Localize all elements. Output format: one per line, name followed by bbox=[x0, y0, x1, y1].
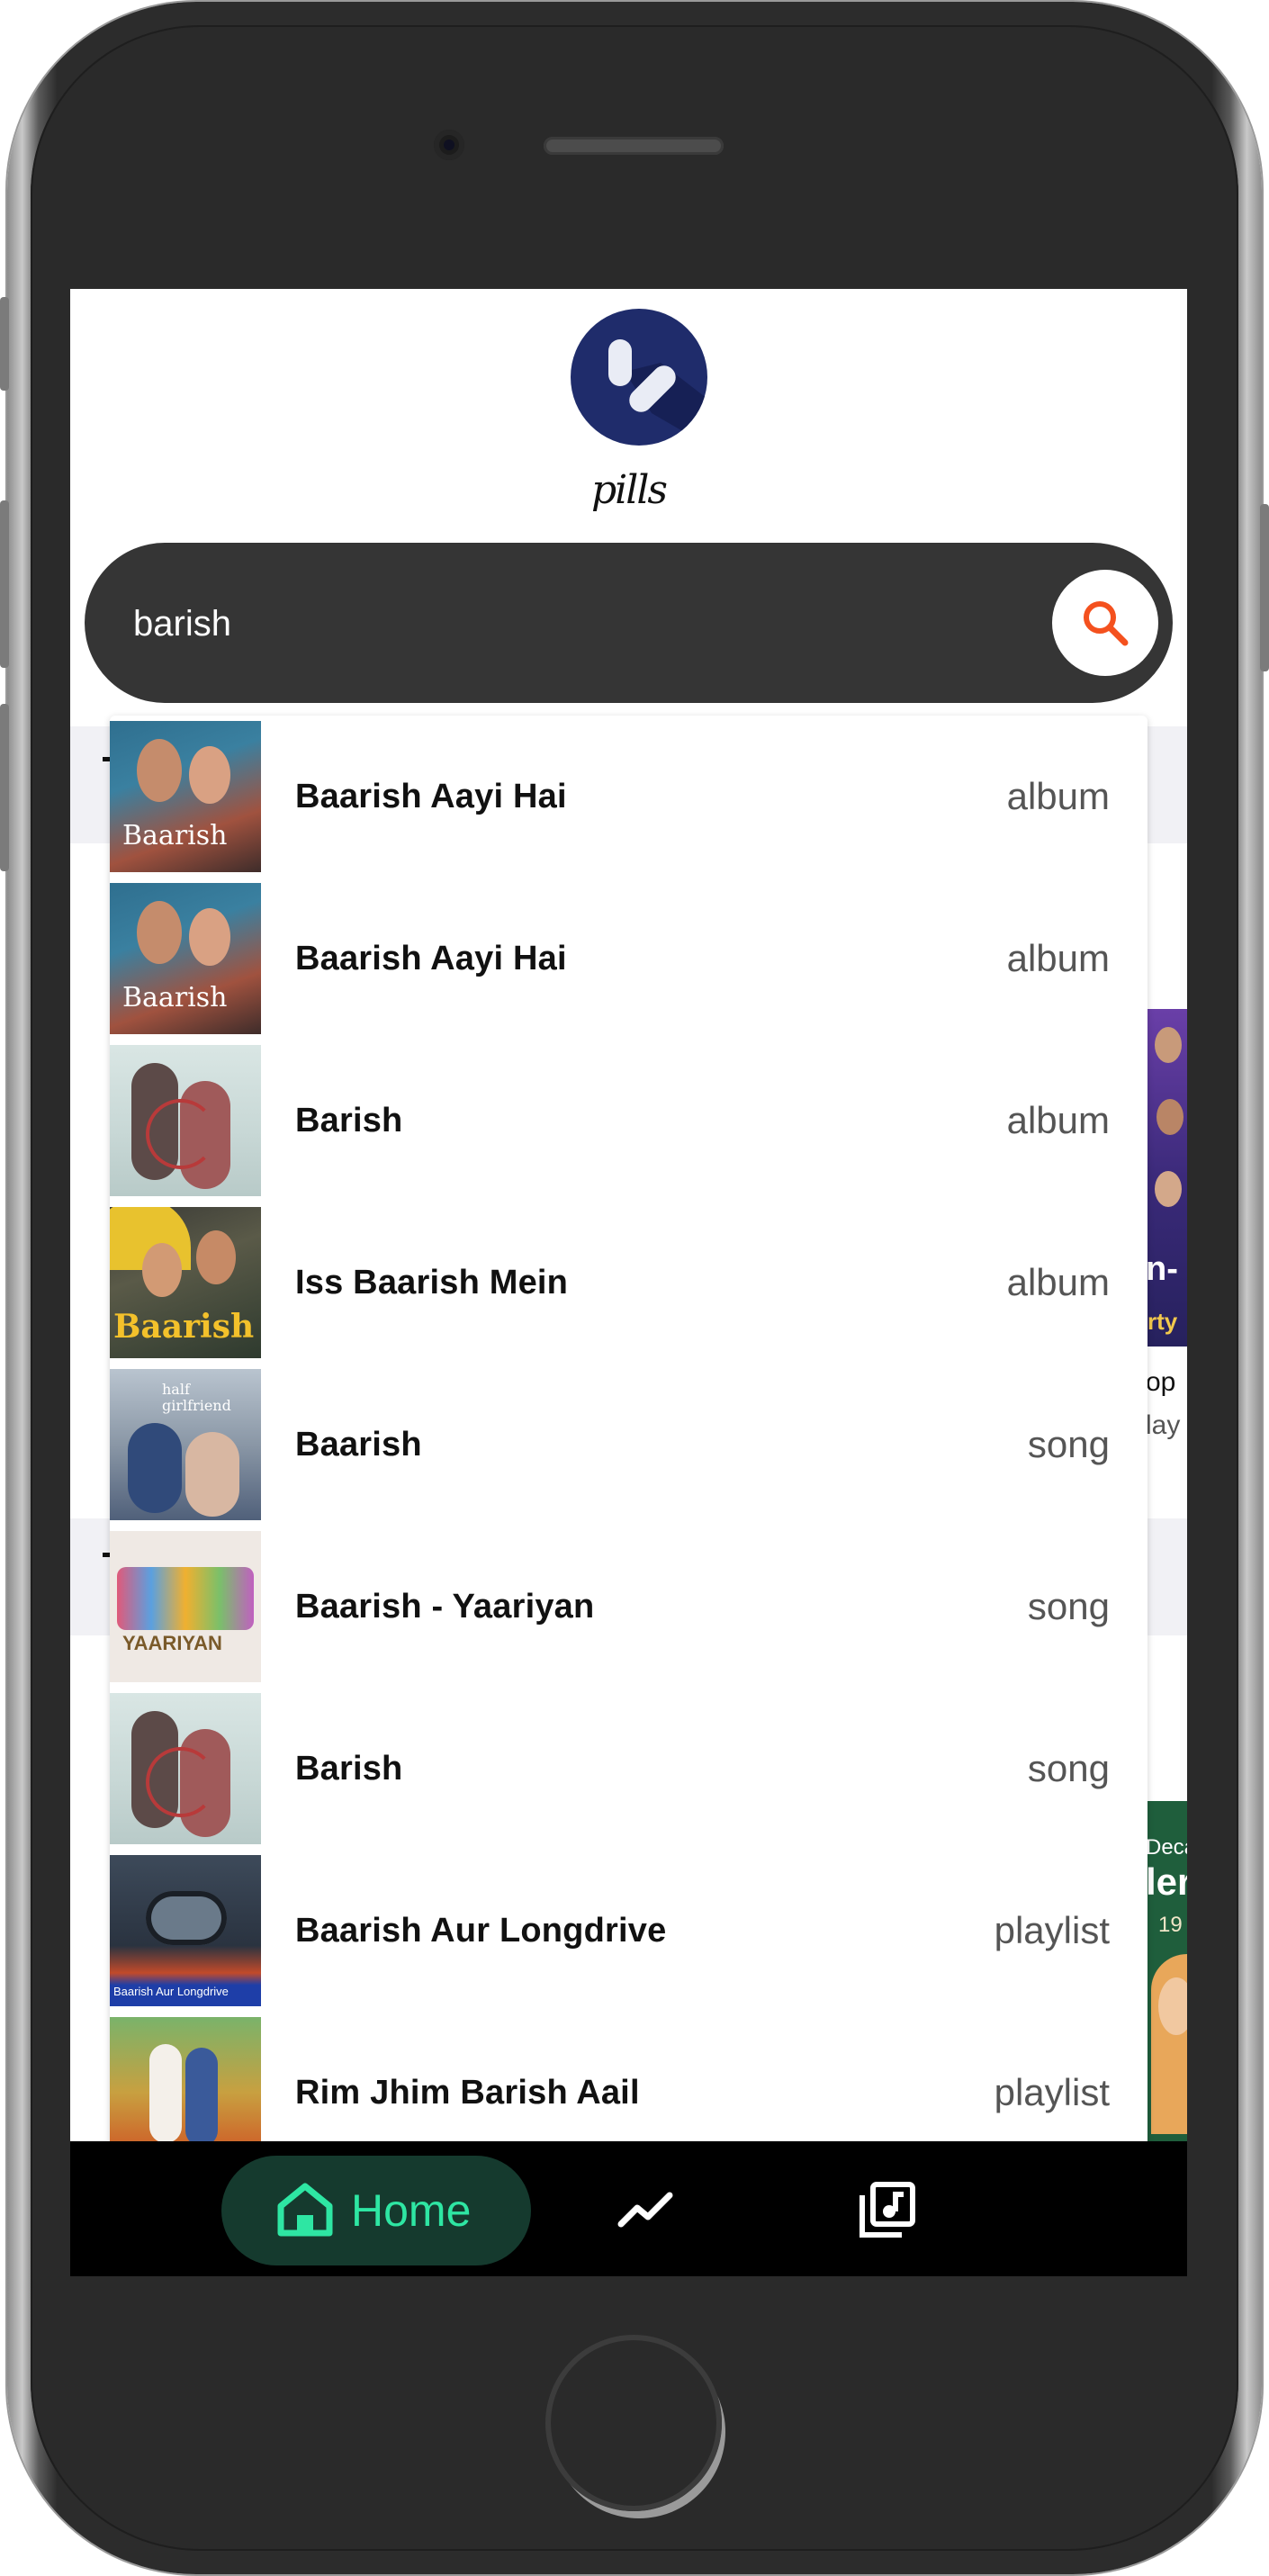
pills-logo-icon bbox=[608, 339, 707, 446]
card-title-fragment: n- bbox=[1146, 1250, 1178, 1288]
phone-volume-up-button bbox=[0, 500, 9, 668]
cover-title-text: Baarish bbox=[113, 1308, 255, 1346]
home-icon bbox=[277, 2183, 333, 2237]
search-bar bbox=[85, 543, 1173, 703]
cover-figure-shape bbox=[137, 739, 182, 802]
album-cover-thumbnail: Baarish bbox=[110, 721, 261, 872]
cover-title-text: half girlfriend bbox=[162, 1381, 231, 1414]
cover-figure-shape bbox=[189, 908, 230, 966]
nav-trending-button[interactable] bbox=[610, 2174, 682, 2246]
result-title: Barish bbox=[295, 1102, 403, 1139]
album-cover-thumbnail: Baarish bbox=[110, 1207, 261, 1358]
search-result-item[interactable]: half girlfriend Baarish song bbox=[110, 1364, 1148, 1526]
phone-home-button[interactable] bbox=[545, 2335, 722, 2511]
phone-silent-switch bbox=[0, 297, 9, 391]
bottom-navigation: Home bbox=[70, 2141, 1187, 2276]
search-result-item[interactable]: Baarish Iss Baarish Mein album bbox=[110, 1202, 1148, 1364]
search-result-item[interactable]: Barish song bbox=[110, 1688, 1148, 1850]
app-logo-text: pills bbox=[591, 467, 668, 513]
card-year-fragment: 19 bbox=[1158, 1913, 1183, 1937]
search-result-item[interactable]: Baarish Baarish Aayi Hai album bbox=[110, 716, 1148, 878]
background-card-caption: lay bbox=[1146, 1410, 1181, 1440]
card-face-shape bbox=[1155, 1171, 1182, 1207]
result-type: playlist bbox=[994, 1909, 1110, 1951]
cover-figure-shape bbox=[196, 1230, 236, 1284]
song-cover-thumbnail: half girlfriend bbox=[110, 1369, 261, 1520]
search-results-dropdown: Baarish Baarish Aayi Hai album Baarish B… bbox=[110, 716, 1148, 2276]
background-decade-card[interactable]: Deca ler 19 bbox=[1146, 1801, 1187, 2143]
search-icon bbox=[1084, 601, 1129, 646]
cover-title-text: Baarish bbox=[122, 982, 228, 1013]
playlist-cover-thumbnail: Baarish Aur Longdrive bbox=[110, 1855, 261, 2006]
search-result-item[interactable]: Baarish Aur Longdrive Baarish Aur Longdr… bbox=[110, 1850, 1148, 2012]
cover-mirror-shape bbox=[146, 1891, 227, 1945]
result-title: Baarish Aur Longdrive bbox=[295, 1912, 667, 1950]
card-portrait-face bbox=[1158, 1977, 1187, 2035]
card-label-fragment: Deca bbox=[1146, 1835, 1187, 1860]
result-title: Baarish - Yaariyan bbox=[295, 1588, 595, 1626]
cover-title-text: Baarish bbox=[122, 820, 228, 851]
song-cover-thumbnail bbox=[110, 1693, 261, 1844]
cover-script-mark bbox=[146, 1099, 216, 1169]
result-title: Baarish Aayi Hai bbox=[295, 940, 567, 977]
result-type: song bbox=[1027, 1585, 1110, 1627]
result-title: Iss Baarish Mein bbox=[295, 1264, 569, 1302]
card-face-shape bbox=[1156, 1099, 1184, 1135]
search-input[interactable] bbox=[131, 591, 999, 656]
cover-script-mark bbox=[146, 1747, 216, 1817]
library-music-icon bbox=[860, 2182, 915, 2238]
nav-home-label: Home bbox=[351, 2185, 472, 2236]
front-camera bbox=[434, 130, 464, 160]
nav-library-button[interactable] bbox=[851, 2174, 923, 2246]
trending-icon bbox=[617, 2192, 673, 2228]
search-button[interactable] bbox=[1052, 570, 1158, 676]
cover-title-text: YAARIYAN bbox=[122, 1632, 222, 1654]
result-type: album bbox=[1006, 1261, 1110, 1303]
result-type: album bbox=[1006, 937, 1110, 979]
cover-title-text: Baarish Aur Longdrive bbox=[113, 1985, 229, 1998]
search-result-item[interactable]: YAARIYAN Baarish - Yaariyan song bbox=[110, 1526, 1148, 1688]
result-title: Baarish Aayi Hai bbox=[295, 778, 567, 815]
cover-figure-shape bbox=[142, 1243, 182, 1297]
album-cover-thumbnail: Baarish bbox=[110, 883, 261, 1034]
result-type: song bbox=[1027, 1747, 1110, 1789]
cover-figure-shape bbox=[189, 746, 230, 804]
result-title: Barish bbox=[295, 1750, 403, 1788]
cover-figure-shape bbox=[128, 1423, 182, 1513]
app-screen: n- rty op lay Deca ler 19 pills bbox=[70, 289, 1187, 2276]
earpiece-speaker bbox=[544, 137, 724, 155]
background-playlist-card[interactable]: n- rty bbox=[1146, 1009, 1187, 1347]
result-type: album bbox=[1006, 1099, 1110, 1141]
album-cover-thumbnail bbox=[110, 1045, 261, 1196]
app-logo bbox=[571, 309, 707, 446]
nav-home-button[interactable]: Home bbox=[221, 2156, 531, 2265]
search-result-item[interactable]: Baarish Baarish Aayi Hai album bbox=[110, 878, 1148, 1040]
cover-figure-shape bbox=[185, 1432, 239, 1517]
card-subtitle-fragment: rty bbox=[1148, 1308, 1178, 1335]
cover-group-shape bbox=[117, 1567, 254, 1630]
result-title: Baarish bbox=[295, 1426, 422, 1464]
search-result-item[interactable]: Barish album bbox=[110, 1040, 1148, 1202]
cover-figure-shape bbox=[185, 2048, 218, 2147]
cover-figure-shape bbox=[149, 2044, 182, 2143]
card-face-shape bbox=[1155, 1027, 1182, 1063]
song-cover-thumbnail: YAARIYAN bbox=[110, 1531, 261, 1682]
card-title-fragment: ler bbox=[1146, 1860, 1187, 1903]
result-type: album bbox=[1006, 775, 1110, 817]
background-card-caption: op bbox=[1146, 1367, 1176, 1397]
result-type: song bbox=[1027, 1423, 1110, 1465]
cover-figure-shape bbox=[137, 901, 182, 964]
phone-volume-down-button bbox=[0, 704, 9, 871]
phone-power-button bbox=[1260, 504, 1269, 671]
